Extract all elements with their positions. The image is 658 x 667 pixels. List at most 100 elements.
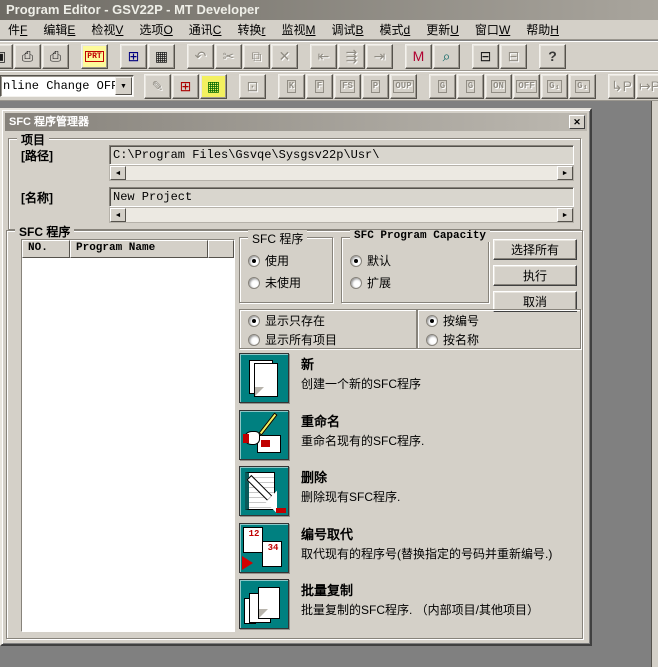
rename-action-icon[interactable] (239, 410, 289, 460)
step-trace-icon[interactable]: ⇤ (310, 44, 337, 69)
radio-selected-icon[interactable] (248, 255, 260, 267)
radio-option[interactable]: 按名称 (426, 331, 580, 348)
radio-icon[interactable] (426, 334, 438, 346)
radio-selected-icon[interactable] (248, 315, 260, 327)
fs-button[interactable]: FS (334, 74, 361, 99)
action-row: 重命名 重命名现有的SFC程序. (239, 410, 574, 467)
f-button[interactable]: F (306, 74, 333, 99)
menu-item-u[interactable]: 更新U (418, 19, 467, 40)
chevron-down-icon[interactable]: ▼ (115, 77, 132, 95)
menu-item-h[interactable]: 帮助H (518, 19, 567, 40)
print-preview-icon[interactable]: ⎙ (42, 44, 69, 69)
program-listbox[interactable]: NO.Program Name (21, 239, 235, 632)
menu-item-r[interactable]: 转换r (229, 19, 273, 40)
dialog-titlebar[interactable]: SFC 程序管理器 ✕ (5, 113, 587, 131)
oup-button[interactable]: OUP (390, 74, 417, 99)
dialog-title: SFC 程序管理器 (9, 116, 89, 128)
close-icon[interactable]: ✕ (569, 115, 585, 129)
menu-item-w[interactable]: 窗口W (467, 19, 518, 40)
name-scrollbar[interactable]: ◄ ► (109, 207, 574, 223)
g-sub-button[interactable]: G₁ (541, 74, 568, 99)
radio-option[interactable]: 显示所有项目 (248, 331, 416, 348)
delete-action-icon[interactable] (239, 466, 289, 516)
jump-trace-icon[interactable]: ⇥ (366, 44, 393, 69)
list-header-col-1[interactable]: Program Name (70, 240, 208, 258)
radio-selected-icon[interactable] (350, 255, 362, 267)
p-hold-button[interactable]: ↦P (636, 74, 658, 99)
radio-option[interactable]: 使用 (248, 252, 332, 269)
list-body[interactable] (22, 258, 234, 631)
copy-icon[interactable]: ⧉ (243, 44, 270, 69)
online-change-combobox[interactable]: nline Change OFF ▼ (0, 75, 134, 97)
sfc-diagram-icon[interactable]: ⊞ (120, 44, 147, 69)
help-icon[interactable]: ? (539, 44, 566, 69)
menu-item-b[interactable]: 调试B (324, 19, 372, 40)
menu-item-v[interactable]: 检视V (83, 19, 131, 40)
program-window-icon[interactable]: ▦ (148, 44, 175, 69)
radio-icon[interactable] (350, 277, 362, 289)
path-scrollbar[interactable]: ◄ ► (109, 165, 574, 181)
p-button[interactable]: P (362, 74, 389, 99)
icon-part: 34 (262, 541, 282, 567)
sfc-diagram-icon: ⊞ (128, 48, 140, 65)
scrollbar-track[interactable] (126, 208, 557, 222)
radio-option[interactable]: 未使用 (248, 274, 332, 291)
scroll-right-icon[interactable]: ► (557, 166, 573, 180)
radio-selected-icon[interactable] (426, 315, 438, 327)
list-header-col-0[interactable]: NO. (22, 240, 70, 258)
menu-item-f[interactable]: 件F (0, 19, 35, 40)
g-sub2-button[interactable]: G₁ (569, 74, 596, 99)
path-label: [路径] (21, 147, 53, 164)
device-table-icon[interactable]: ▦ (200, 74, 227, 99)
scroll-right-icon[interactable]: ► (557, 208, 573, 222)
radio-option[interactable]: 显示只存在 (248, 312, 416, 329)
icon-part (258, 587, 280, 619)
scrollbar-track[interactable] (126, 166, 557, 180)
new-action-icon[interactable] (239, 353, 289, 403)
find-device-icon[interactable]: M (405, 44, 432, 69)
k-button[interactable]: K (278, 74, 305, 99)
copy-action-icon[interactable] (239, 579, 289, 629)
menu-item-o[interactable]: 选项O (131, 19, 180, 40)
toolbar-separator (299, 44, 310, 69)
radio-option[interactable]: 扩展 (350, 274, 488, 291)
off-button[interactable]: OFF (513, 74, 540, 99)
program-edit-icon[interactable]: ⊡ (239, 74, 266, 99)
radio-icon[interactable] (248, 277, 260, 289)
scroll-left-icon[interactable]: ◄ (110, 208, 126, 222)
action-text: 批量复制 批量复制的SFC程序. （内部项目/其他项目） (301, 579, 539, 618)
path-field[interactable]: C:\Program Files\Gsvqe\Sysgsv22p\Usr\ (109, 145, 574, 165)
menu-item-d[interactable]: 模式d (372, 19, 419, 40)
menu-item-m[interactable]: 监视M (273, 19, 323, 40)
printer-setup-icon[interactable]: PRT (81, 44, 108, 69)
transfer-setup-icon[interactable]: ⊟ (472, 44, 499, 69)
scroll-left-icon[interactable]: ◄ (110, 166, 126, 180)
save-icon[interactable]: ▣ (0, 44, 13, 69)
renumber-action-icon[interactable]: 12 34 (239, 523, 289, 573)
verify-icon[interactable]: ⊟ (500, 44, 527, 69)
g-button[interactable]: G (429, 74, 456, 99)
find-step-icon[interactable]: ⌕ (433, 44, 460, 69)
delete-icon[interactable]: ✕ (271, 44, 298, 69)
select-all-button[interactable]: 选择所有 (493, 239, 577, 260)
usage-group-label: SFC 程序 (248, 230, 307, 247)
menu-item-c[interactable]: 通讯C (181, 19, 230, 40)
icon-part (254, 363, 278, 397)
list-header-col-2[interactable] (208, 240, 234, 258)
radio-icon[interactable] (248, 334, 260, 346)
radio-option[interactable]: 默认 (350, 252, 488, 269)
menu-item-e[interactable]: 编辑E (35, 19, 83, 40)
branch-trace-icon[interactable]: ⇶ (338, 44, 365, 69)
p-jump-button[interactable]: ↳P (608, 74, 635, 99)
print-icon[interactable]: ⎙ (14, 44, 41, 69)
sfc-edit-icon[interactable]: ⊞ (172, 74, 199, 99)
on-button[interactable]: ON (485, 74, 512, 99)
action-text: 删除 删除现有SFC程序. (301, 466, 400, 505)
g2-button[interactable]: G (457, 74, 484, 99)
name-field[interactable]: New Project (109, 187, 574, 207)
edit-pen-icon[interactable]: ✎ (144, 74, 171, 99)
cut-icon[interactable]: ✂ (215, 44, 242, 69)
undo-icon[interactable]: ↶ (187, 44, 214, 69)
execute-button[interactable]: 执行 (493, 265, 577, 286)
radio-option[interactable]: 按编号 (426, 312, 580, 329)
